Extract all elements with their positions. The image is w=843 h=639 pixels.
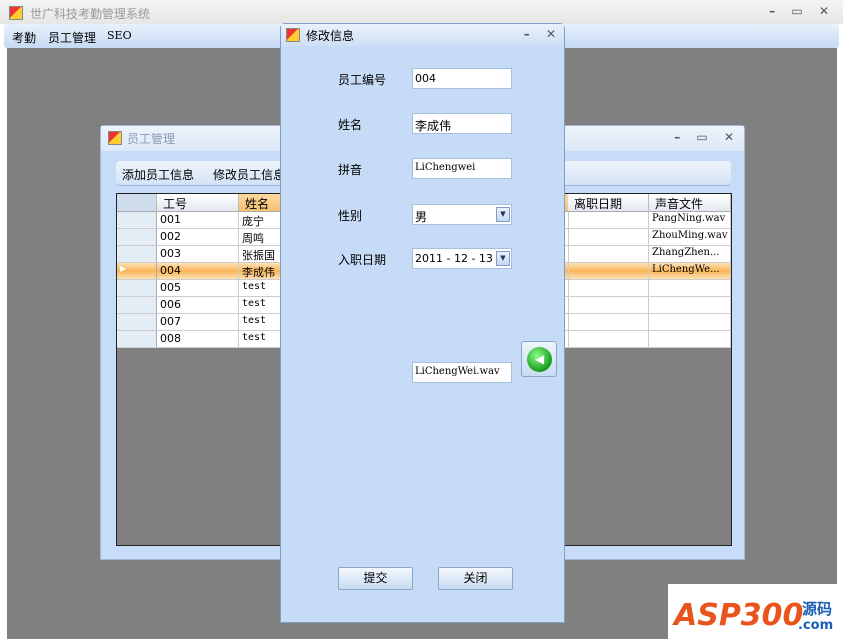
watermark-sub: 源码 (802, 600, 833, 618)
row-header[interactable] (117, 246, 157, 262)
submit-button[interactable]: 提交 (338, 567, 413, 590)
cell-leave-date[interactable] (568, 314, 649, 330)
cell-leave-date[interactable] (568, 212, 649, 228)
column-header-id[interactable]: 工号 (157, 194, 239, 212)
label-name: 姓名 (338, 118, 363, 132)
cell-id[interactable]: 004 (157, 263, 239, 279)
column-header-leave-date[interactable]: 离职日期 (568, 194, 649, 212)
row-header[interactable] (117, 212, 157, 228)
cell-sound[interactable] (649, 297, 731, 313)
date-value: 2011 - 12 - 13 (415, 252, 493, 265)
name-input[interactable]: 李成伟 (412, 113, 512, 134)
cell-id[interactable]: 008 (157, 331, 239, 347)
label-id: 员工编号 (338, 73, 387, 87)
menu-employee[interactable]: 员工管理 (48, 29, 96, 46)
row-header[interactable] (117, 314, 157, 330)
watermark-logo: ASP300 源码 .com (668, 584, 840, 639)
date-picker[interactable]: 2011 - 12 - 13 ▼ (412, 248, 512, 269)
chevron-down-icon[interactable]: ▼ (496, 251, 510, 266)
window-controls[interactable]: – ▭ ✕ (769, 4, 835, 18)
close-button[interactable]: 关闭 (438, 567, 513, 590)
dialog-controls[interactable]: – ✕ (524, 27, 562, 41)
cell-sound[interactable]: LiChengWe... (649, 263, 731, 279)
cell-id[interactable]: 005 (157, 280, 239, 296)
dialog-icon (286, 28, 300, 42)
cell-leave-date[interactable] (568, 229, 649, 245)
gender-value: 男 (415, 210, 428, 224)
employee-window-title: 员工管理 (127, 132, 176, 146)
cell-id[interactable]: 002 (157, 229, 239, 245)
sound-file-input[interactable]: LiChengWei.wav (412, 362, 512, 383)
cell-sound[interactable]: ZhangZhen... (649, 246, 731, 262)
label-gender: 性别 (338, 209, 363, 223)
chevron-down-icon[interactable]: ▼ (496, 207, 510, 222)
row-header[interactable] (117, 331, 157, 347)
label-date: 入职日期 (338, 253, 387, 267)
menu-seo[interactable]: SEO (107, 29, 132, 42)
cell-id[interactable]: 007 (157, 314, 239, 330)
row-header[interactable]: ▶ (117, 263, 157, 279)
id-input[interactable]: 004 (412, 68, 512, 89)
main-title-bar: 世广科技考勤管理系统 – ▭ ✕ (0, 0, 843, 24)
speaker-icon: ◀ (527, 347, 552, 372)
cell-id[interactable]: 003 (157, 246, 239, 262)
watermark-com: .com (798, 618, 834, 633)
cell-leave-date[interactable] (568, 263, 649, 279)
cell-leave-date[interactable] (568, 280, 649, 296)
dialog-title: 修改信息 (306, 29, 355, 43)
pinyin-input[interactable]: LiChengwei (412, 158, 512, 179)
dialog-title-bar: 修改信息 – ✕ (281, 24, 564, 46)
cell-sound[interactable]: PangNing.wav (649, 212, 731, 228)
edit-employee-button[interactable]: 修改员工信息 (213, 166, 285, 183)
corner-header[interactable] (117, 194, 157, 212)
cell-sound[interactable] (649, 280, 731, 296)
cell-leave-date[interactable] (568, 297, 649, 313)
label-pinyin: 拼音 (338, 163, 363, 177)
edit-dialog: 修改信息 – ✕ 员工编号 004 姓名 李成伟 拼音 LiChengwei 性… (280, 23, 565, 623)
window-controls[interactable]: – ▭ ✕ (674, 130, 740, 144)
main-title: 世广科技考勤管理系统 (30, 7, 151, 21)
cell-sound[interactable]: ZhouMing.wav (649, 229, 731, 245)
menu-attendance[interactable]: 考勤 (12, 29, 36, 46)
add-employee-button[interactable]: 添加员工信息 (122, 166, 194, 183)
cell-sound[interactable] (649, 314, 731, 330)
gender-select[interactable]: 男 ▼ (412, 204, 512, 225)
play-sound-button[interactable]: ◀ (521, 341, 557, 377)
column-header-sound[interactable]: 声音文件 (649, 194, 731, 212)
cell-leave-date[interactable] (568, 331, 649, 347)
row-header[interactable] (117, 229, 157, 245)
cell-leave-date[interactable] (568, 246, 649, 262)
row-header[interactable] (117, 297, 157, 313)
app-icon (9, 6, 23, 20)
cell-sound[interactable] (649, 331, 731, 347)
row-header[interactable] (117, 280, 157, 296)
cell-id[interactable]: 006 (157, 297, 239, 313)
cell-id[interactable]: 001 (157, 212, 239, 228)
window-icon (108, 131, 122, 145)
watermark-text: ASP300 (674, 598, 804, 633)
